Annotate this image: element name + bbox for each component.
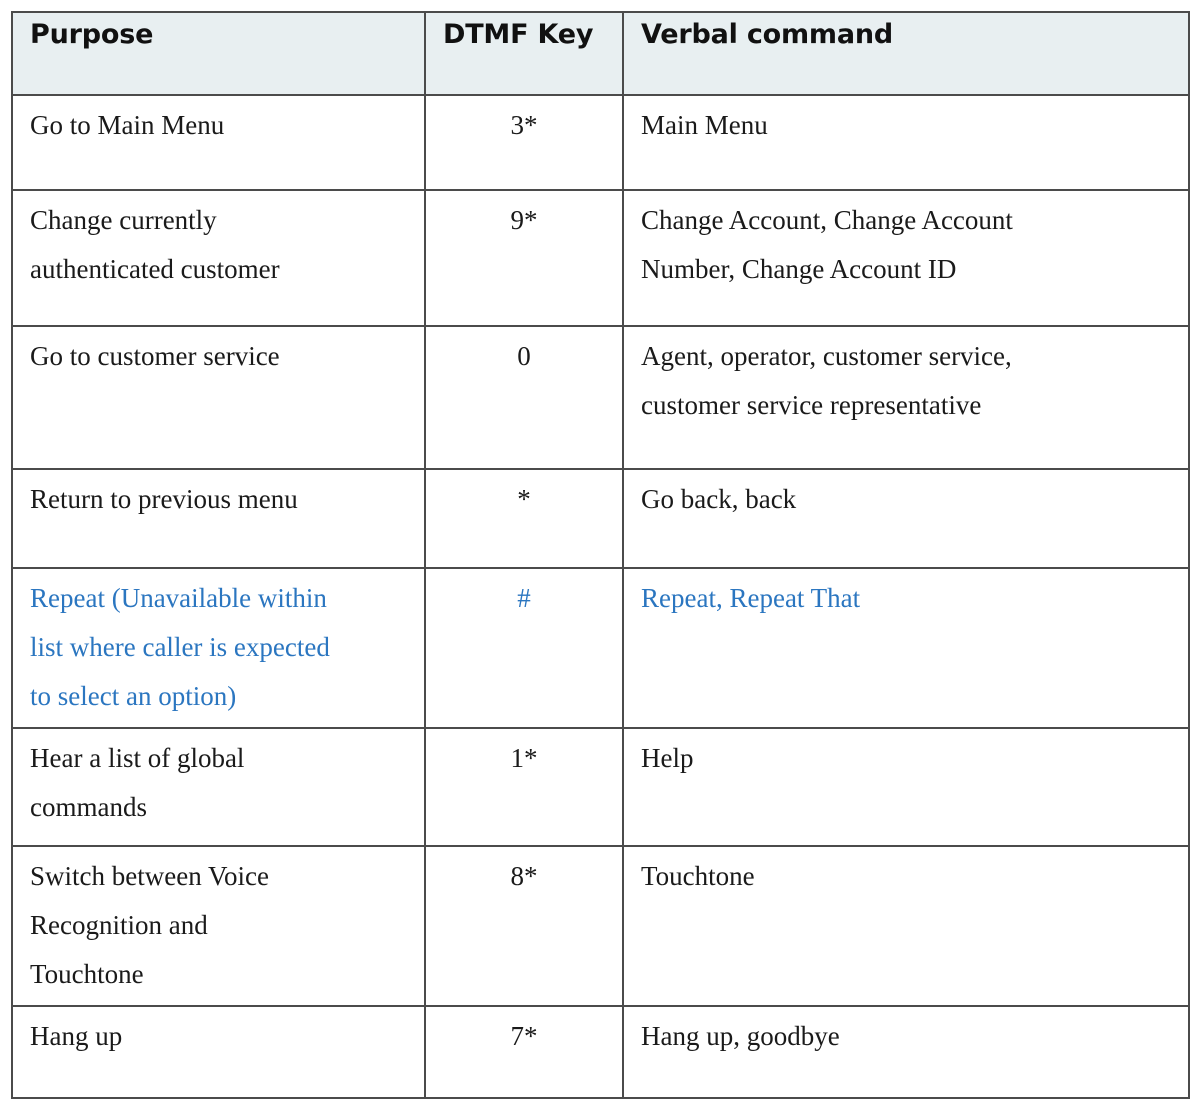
cell-verbal-line: Touchtone — [641, 861, 755, 891]
cell-dtmf-key: 7* — [424, 1005, 624, 1099]
cell-purpose: Change currently authenticated customer — [11, 189, 426, 327]
cell-purpose-line: Return to previous menu — [30, 484, 298, 514]
page-root: Purpose DTMF Key Verbal command Go to Ma… — [0, 0, 1200, 1099]
cell-purpose-line: commands — [30, 792, 147, 822]
cell-purpose-line: Go to customer service — [30, 341, 280, 371]
cell-purpose: Go to Main Menu — [11, 94, 426, 191]
cell-dtmf-key: 9* — [424, 189, 624, 327]
table-header-row: Purpose DTMF Key Verbal command — [11, 11, 1190, 96]
cell-verbal-command: Repeat, Repeat That — [622, 567, 1190, 729]
cell-verbal-command: Hang up, goodbye — [622, 1005, 1190, 1099]
cell-verbal-line: Repeat, Repeat That — [641, 583, 861, 613]
table-row: Return to previous menu * Go back, back — [11, 468, 1190, 569]
cell-verbal-line: Agent, operator, customer service, — [641, 341, 1012, 371]
table-row: Hear a list of global commands 1* Help — [11, 727, 1190, 847]
cell-purpose-line: Hear a list of global — [30, 743, 245, 773]
cell-dtmf-key: 0 — [424, 325, 624, 470]
column-header-purpose: Purpose — [11, 11, 426, 96]
column-header-dtmf-key-label: DTMF Key — [443, 19, 594, 50]
cell-verbal-line: Change Account, Change Account — [641, 205, 1013, 235]
table-body: Go to Main Menu 3* Main Menu Change curr… — [11, 94, 1190, 1099]
table-header: Purpose DTMF Key Verbal command — [11, 11, 1190, 96]
column-header-dtmf-key: DTMF Key — [424, 11, 624, 96]
cell-verbal-command: Agent, operator, customer service, custo… — [622, 325, 1190, 470]
cell-verbal-command: Help — [622, 727, 1190, 847]
cell-verbal-line: Go back, back — [641, 484, 797, 514]
cell-purpose-line: Touchtone — [30, 959, 144, 989]
dtmf-commands-table: Purpose DTMF Key Verbal command Go to Ma… — [11, 11, 1190, 1099]
cell-purpose-line: authenticated customer — [30, 254, 280, 284]
table-row: Change currently authenticated customer … — [11, 189, 1190, 327]
cell-verbal-line: Hang up, goodbye — [641, 1021, 840, 1051]
table-row: Go to customer service 0 Agent, operator… — [11, 325, 1190, 470]
cell-purpose-line: Hang up — [30, 1021, 123, 1051]
cell-verbal-command: Main Menu — [622, 94, 1190, 191]
table-row: Switch between Voice Recognition and Tou… — [11, 845, 1190, 1007]
cell-dtmf-key: * — [424, 468, 624, 569]
column-header-verbal-command-label: Verbal command — [641, 19, 894, 50]
cell-purpose: Hang up — [11, 1005, 426, 1099]
cell-purpose: Switch between Voice Recognition and Tou… — [11, 845, 426, 1007]
cell-purpose: Hear a list of global commands — [11, 727, 426, 847]
table-row: Go to Main Menu 3* Main Menu — [11, 94, 1190, 191]
cell-verbal-command: Change Account, Change Account Number, C… — [622, 189, 1190, 327]
cell-verbal-command: Touchtone — [622, 845, 1190, 1007]
cell-purpose: Return to previous menu — [11, 468, 426, 569]
cell-purpose-line: to select an option) — [30, 681, 237, 711]
column-header-purpose-label: Purpose — [30, 19, 154, 50]
cell-dtmf-key: # — [424, 567, 624, 729]
cell-purpose: Repeat (Unavailable within list where ca… — [11, 567, 426, 729]
cell-verbal-command: Go back, back — [622, 468, 1190, 569]
cell-dtmf-key: 3* — [424, 94, 624, 191]
cell-verbal-line: Help — [641, 743, 694, 773]
cell-purpose-line: Recognition and — [30, 910, 208, 940]
column-header-verbal-command: Verbal command — [622, 11, 1190, 96]
cell-purpose-line: Go to Main Menu — [30, 110, 225, 140]
cell-dtmf-key: 1* — [424, 727, 624, 847]
cell-purpose-line: list where caller is expected — [30, 632, 330, 662]
cell-verbal-line: Main Menu — [641, 110, 768, 140]
table-row: Hang up 7* Hang up, goodbye — [11, 1005, 1190, 1099]
cell-verbal-line: customer service representative — [641, 390, 982, 420]
cell-dtmf-key: 8* — [424, 845, 624, 1007]
table-row-highlighted: Repeat (Unavailable within list where ca… — [11, 567, 1190, 729]
cell-purpose-line: Change currently — [30, 205, 217, 235]
cell-purpose-line: Switch between Voice — [30, 861, 269, 891]
cell-verbal-line: Number, Change Account ID — [641, 254, 957, 284]
cell-purpose: Go to customer service — [11, 325, 426, 470]
cell-purpose-line: Repeat (Unavailable within — [30, 583, 327, 613]
